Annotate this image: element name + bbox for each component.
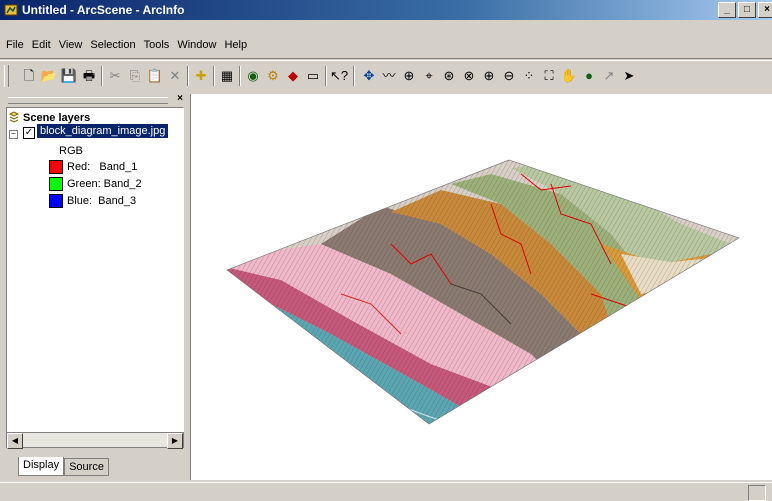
minimize-button[interactable]: _: [718, 2, 736, 18]
layer-name[interactable]: block_diagram_image.jpg: [37, 124, 169, 138]
close-button[interactable]: ×: [758, 2, 772, 18]
full-extent-icon[interactable]: ●: [580, 68, 598, 84]
scroll-left-icon[interactable]: ◀: [7, 433, 23, 449]
layer-tree: Scene layers − ✓ block_diagram_image.jpg…: [6, 107, 184, 433]
layer-visibility-checkbox[interactable]: ✓: [23, 127, 35, 139]
menu-help[interactable]: Help: [224, 39, 247, 51]
toolbar: 🗋 📂 💾 🖶 ✂ ⎘ 📋 ✕ ✚ ▦ ◉ ⚙ ◆ ▭ ↖? ✥ 〰 ⊕ ⌖ ⊛…: [0, 60, 772, 91]
legend-row-green: Green: Band_2: [49, 177, 142, 191]
toolbar-grip[interactable]: [4, 65, 9, 87]
legend-row-blue: Blue: Band_3: [49, 194, 136, 208]
menu-bar: File Edit View Selection Tools Window He…: [0, 20, 772, 59]
table-of-contents: × Scene layers − ✓ block_diagram_image.j…: [4, 93, 186, 480]
collapse-icon[interactable]: −: [9, 130, 18, 139]
print-icon[interactable]: 🖶: [80, 68, 98, 84]
arcscene-app-icon: [4, 4, 18, 16]
whats-this-icon[interactable]: ↖?: [330, 68, 348, 84]
zoom-in-icon[interactable]: ⊕: [480, 68, 498, 84]
cut-icon[interactable]: ✂: [106, 68, 124, 84]
status-cell: [748, 485, 766, 501]
maximize-button[interactable]: □: [738, 2, 756, 18]
red-swatch: [49, 160, 63, 174]
scene-viewport[interactable]: [190, 94, 772, 480]
select-pointer-icon[interactable]: ➤: [620, 68, 638, 84]
zoom-out-icon[interactable]: ⊖: [500, 68, 518, 84]
toc-tabs: Display Source: [18, 457, 109, 477]
legend-label: Green: Band_2: [67, 178, 142, 190]
green-swatch: [49, 177, 63, 191]
copy-icon[interactable]: ⎘: [126, 68, 144, 84]
legend-row-red: Red: Band_1: [49, 160, 137, 174]
add-data-icon[interactable]: ✚: [192, 68, 210, 84]
set-observer-icon[interactable]: ⊛: [440, 68, 458, 84]
menu-edit[interactable]: Edit: [32, 39, 51, 51]
toc-header: ×: [4, 93, 186, 106]
scene-layers-icon: [9, 111, 19, 123]
legend-label: Red: Band_1: [67, 161, 138, 173]
legend-label: Blue: Band_3: [67, 195, 137, 207]
menu-selection[interactable]: Selection: [90, 39, 135, 51]
expand-fov-icon[interactable]: ⛶: [540, 68, 558, 84]
save-icon[interactable]: 💾: [60, 68, 78, 84]
pan-hand-icon[interactable]: ✋: [560, 68, 578, 84]
zoom-to-target-icon[interactable]: ⌖: [420, 68, 438, 84]
paste-icon[interactable]: 📋: [146, 68, 164, 84]
arctoolbox-icon[interactable]: ⚙: [264, 68, 282, 84]
delete-icon[interactable]: ✕: [166, 68, 184, 84]
pan-target-icon[interactable]: ⊗: [460, 68, 478, 84]
command-line-icon[interactable]: ▭: [304, 68, 322, 84]
toolbox-icon[interactable]: ◆: [284, 68, 302, 84]
legend-title: RGB: [59, 145, 83, 157]
menu-view[interactable]: View: [59, 39, 83, 51]
tab-source[interactable]: Source: [64, 458, 109, 476]
horizontal-scrollbar[interactable]: ◀ ▶: [6, 432, 184, 449]
toc-close-icon[interactable]: ×: [177, 93, 183, 104]
new-document-icon[interactable]: 🗋: [20, 68, 38, 84]
menu-file[interactable]: File: [6, 39, 24, 51]
fly-icon[interactable]: 〰: [380, 68, 398, 84]
menu-tools[interactable]: Tools: [144, 39, 170, 51]
tab-display[interactable]: Display: [18, 457, 65, 476]
identify-icon[interactable]: ↗: [600, 68, 618, 84]
open-folder-icon[interactable]: 📂: [40, 68, 58, 84]
narrow-fov-icon[interactable]: ⁘: [520, 68, 538, 84]
title-bar: Untitled - ArcScene - ArcInfo _ □ ×: [0, 0, 772, 20]
globe-icon[interactable]: ◉: [244, 68, 262, 84]
status-bar: [0, 482, 772, 501]
target-center-icon[interactable]: ⊕: [400, 68, 418, 84]
block-diagram-3d: [226, 159, 740, 425]
scene-properties-icon[interactable]: ▦: [218, 68, 236, 84]
scene-layers-label[interactable]: Scene layers: [23, 112, 90, 124]
navigate-icon[interactable]: ✥: [360, 68, 378, 84]
scroll-right-icon[interactable]: ▶: [167, 433, 183, 449]
menu-window[interactable]: Window: [177, 39, 216, 51]
window-title: Untitled - ArcScene - ArcInfo: [22, 3, 185, 17]
blue-swatch: [49, 194, 63, 208]
